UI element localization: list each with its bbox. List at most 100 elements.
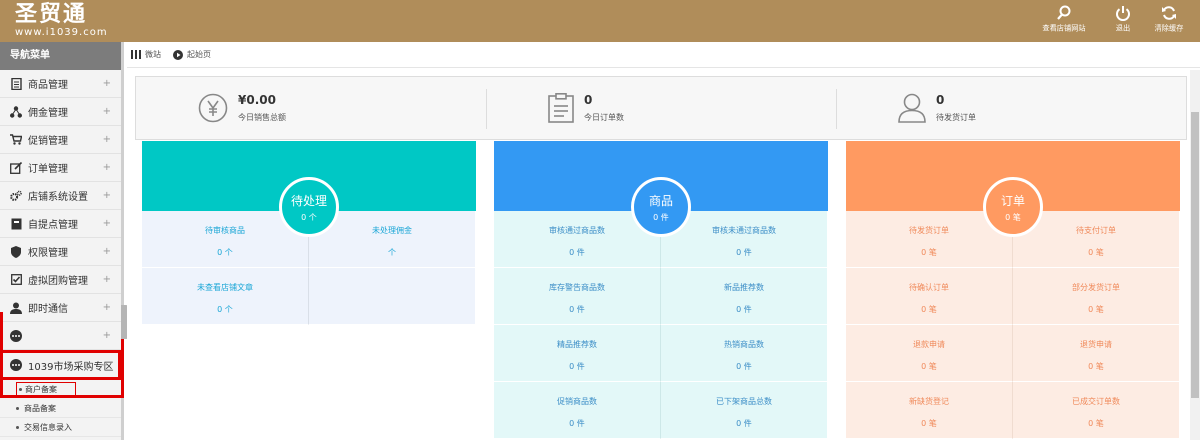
sidebar-item-pickup-points[interactable]: 自提点管理 + — [0, 210, 121, 238]
breadcrumb: 微站 起始页 — [127, 42, 1200, 68]
card-badge: 待处理 0 个 — [279, 177, 339, 237]
person-icon — [898, 93, 926, 123]
cell-label: 新缺货登记 — [909, 397, 949, 406]
vertical-scrollbar[interactable] — [1190, 70, 1200, 440]
card-cell[interactable]: 促销商品数 0 件 — [494, 382, 661, 439]
cell-label: 精品推荐数 — [557, 340, 597, 349]
sidebar-item-label: 促销管理 — [28, 136, 68, 147]
clipboard-icon — [548, 93, 574, 123]
card-cell[interactable]: 库存警告商品数 0 件 — [494, 268, 661, 325]
card-cell[interactable]: 未查看店铺文章 0 个 — [142, 268, 309, 325]
cell-value: 0 件 — [569, 248, 585, 257]
sub-item-transaction-entry[interactable]: 交易信息录入 — [0, 418, 121, 437]
card-cell[interactable]: 已下架商品总数 0 件 — [661, 382, 828, 439]
sidebar-item-label: 虚拟团购管理 — [28, 276, 88, 287]
stat-label: 今日销售总额 — [238, 113, 286, 122]
card-cell[interactable]: 待确认订单 0 笔 — [846, 268, 1013, 325]
stat-value: 0 — [936, 93, 945, 107]
sidebar-item-instant-messaging[interactable]: 即时通信 + — [0, 294, 121, 322]
cell-value: 0 笔 — [921, 362, 937, 371]
card-cell[interactable]: 精品推荐数 0 件 — [494, 325, 661, 382]
cell-value: 0 个 — [217, 305, 233, 314]
card-grid: 待发货订单 0 笔 待支付订单 0 笔 待确认订单 0 笔 部分发货订单 0 笔 退款申… — [846, 211, 1180, 439]
bars-icon — [131, 50, 141, 59]
view-store-button[interactable]: 查看店铺网站 — [1028, 4, 1100, 34]
sidebar-item-label: 即时通信 — [28, 304, 68, 315]
card-pending: 待处理 0 个 待审核商品 0 个 未处理佣金个 未查看店铺文章 0 个 — [142, 141, 476, 325]
cell-value: 0 笔 — [921, 248, 937, 257]
card-cell[interactable]: 热销商品数 0 件 — [661, 325, 828, 382]
checkbox-icon — [10, 274, 22, 286]
stat-pending-shipment: 0 待发货订单 — [836, 77, 1186, 139]
cell-value: 0 件 — [736, 305, 752, 314]
sidebar-item-store-settings[interactable]: 店铺系统设置 + — [0, 182, 121, 210]
top-bar: 圣贸通 www.i1039.com 查看店铺网站 退出 清除缓存 — [0, 0, 1200, 42]
cell-value: 0 笔 — [1088, 419, 1104, 428]
header-tools: 查看店铺网站 退出 清除缓存 — [1028, 4, 1192, 34]
cell-label: 待确认订单 — [909, 283, 949, 292]
cell-value: 0 件 — [569, 305, 585, 314]
card-cell[interactable]: 已成交订单数 0 笔 — [1013, 382, 1180, 439]
cell-value: 0 笔 — [921, 305, 937, 314]
card-cell[interactable]: 退款申请 0 笔 — [846, 325, 1013, 382]
expand-icon: + — [102, 302, 111, 313]
share-icon — [10, 105, 22, 118]
expand-icon: + — [102, 162, 111, 173]
sidebar-item-commission[interactable]: 佣金管理 + — [0, 98, 121, 126]
stats-bar: ¥0.00 今日销售总额 0 今日订单数 0 待发货订单 — [135, 76, 1187, 140]
card-subtitle: 0 个 — [301, 212, 317, 222]
sidebar-item-permissions[interactable]: 权限管理 + — [0, 238, 121, 266]
stat-value: ¥0.00 — [238, 93, 276, 107]
scrollbar-thumb[interactable] — [1191, 112, 1199, 398]
sidebar-item-more[interactable]: + — [0, 322, 121, 350]
sidebar-item-label: 店铺系统设置 — [28, 192, 88, 203]
clear-cache-label: 清除缓存 — [1154, 24, 1184, 33]
sub-item-merchant-filing[interactable]: 商户备案 — [16, 382, 76, 397]
logout-button[interactable]: 退出 — [1100, 4, 1146, 34]
sidebar-item-1039-market[interactable]: 1039市场采购专区 − — [0, 350, 121, 380]
cell-value: 0 件 — [569, 362, 585, 371]
sidebar-item-product-management[interactable]: 商品管理 + — [0, 70, 121, 98]
card-badge: 商品 0 件 — [631, 177, 691, 237]
cell-label: 库存警告商品数 — [549, 283, 605, 292]
sidebar-item-label: 佣金管理 — [28, 108, 68, 119]
breadcrumb-label: 起始页 — [187, 50, 211, 59]
cell-label: 审核未通过商品数 — [712, 226, 776, 235]
stat-orders-today: 0 今日订单数 — [486, 77, 836, 139]
sidebar-item-virtual-group-buy[interactable]: 虚拟团购管理 + — [0, 266, 121, 294]
logo-title: 圣贸通 — [15, 2, 88, 27]
stat-sales: ¥0.00 今日销售总额 — [136, 77, 486, 139]
more-icon — [10, 329, 22, 342]
cell-label: 待审核商品 — [205, 226, 245, 235]
more-icon — [10, 359, 22, 371]
clear-cache-button[interactable]: 清除缓存 — [1146, 4, 1192, 34]
expand-icon: + — [102, 106, 111, 117]
cell-label: 待发货订单 — [909, 226, 949, 235]
expand-icon: + — [102, 190, 111, 201]
cell-label: 退货申请 — [1080, 340, 1112, 349]
cart-icon — [10, 134, 22, 146]
sidebar-title: 导航菜单 — [0, 42, 121, 70]
card-title: 商品 — [648, 193, 673, 208]
sub-item-product-filing[interactable]: 商品备案 — [0, 399, 121, 418]
breadcrumb-microsite[interactable]: 微站 — [131, 49, 161, 60]
card-cell[interactable]: 新缺货登记 0 笔 — [846, 382, 1013, 439]
sidebar-item-orders[interactable]: 订单管理 + — [0, 154, 121, 182]
card-cell[interactable]: 退货申请 0 笔 — [1013, 325, 1180, 382]
card-grid: 审核通过商品数 0 件 审核未通过商品数 0 件 库存警告商品数 0 件 新品推荐数 0… — [494, 211, 828, 439]
cell-label: 部分发货订单 — [1072, 283, 1120, 292]
sidebar: 导航菜单 商品管理 + 佣金管理 + 促销管理 + 订单管理 + 店铺系统设置 … — [0, 42, 124, 440]
cell-label: 促销商品数 — [557, 397, 597, 406]
breadcrumb-start-page[interactable]: 起始页 — [173, 49, 211, 60]
power-icon — [1116, 6, 1130, 21]
cell-value: 0 件 — [736, 362, 752, 371]
cell-value: 0 个 — [217, 248, 233, 257]
sidebar-item-promotion[interactable]: 促销管理 + — [0, 126, 121, 154]
card-products: 商品 0 件 审核通过商品数 0 件 审核未通过商品数 0 件 库存警告商品数 0 件… — [494, 141, 828, 439]
stat-text: ¥0.00 今日销售总额 — [238, 93, 286, 123]
card-cell[interactable]: 部分发货订单 0 笔 — [1013, 268, 1180, 325]
cell-value: 0 件 — [736, 248, 752, 257]
logo[interactable]: 圣贸通 www.i1039.com — [15, 2, 108, 39]
card-badge: 订单 0 笔 — [983, 177, 1043, 237]
card-cell[interactable]: 新品推荐数 0 件 — [661, 268, 828, 325]
